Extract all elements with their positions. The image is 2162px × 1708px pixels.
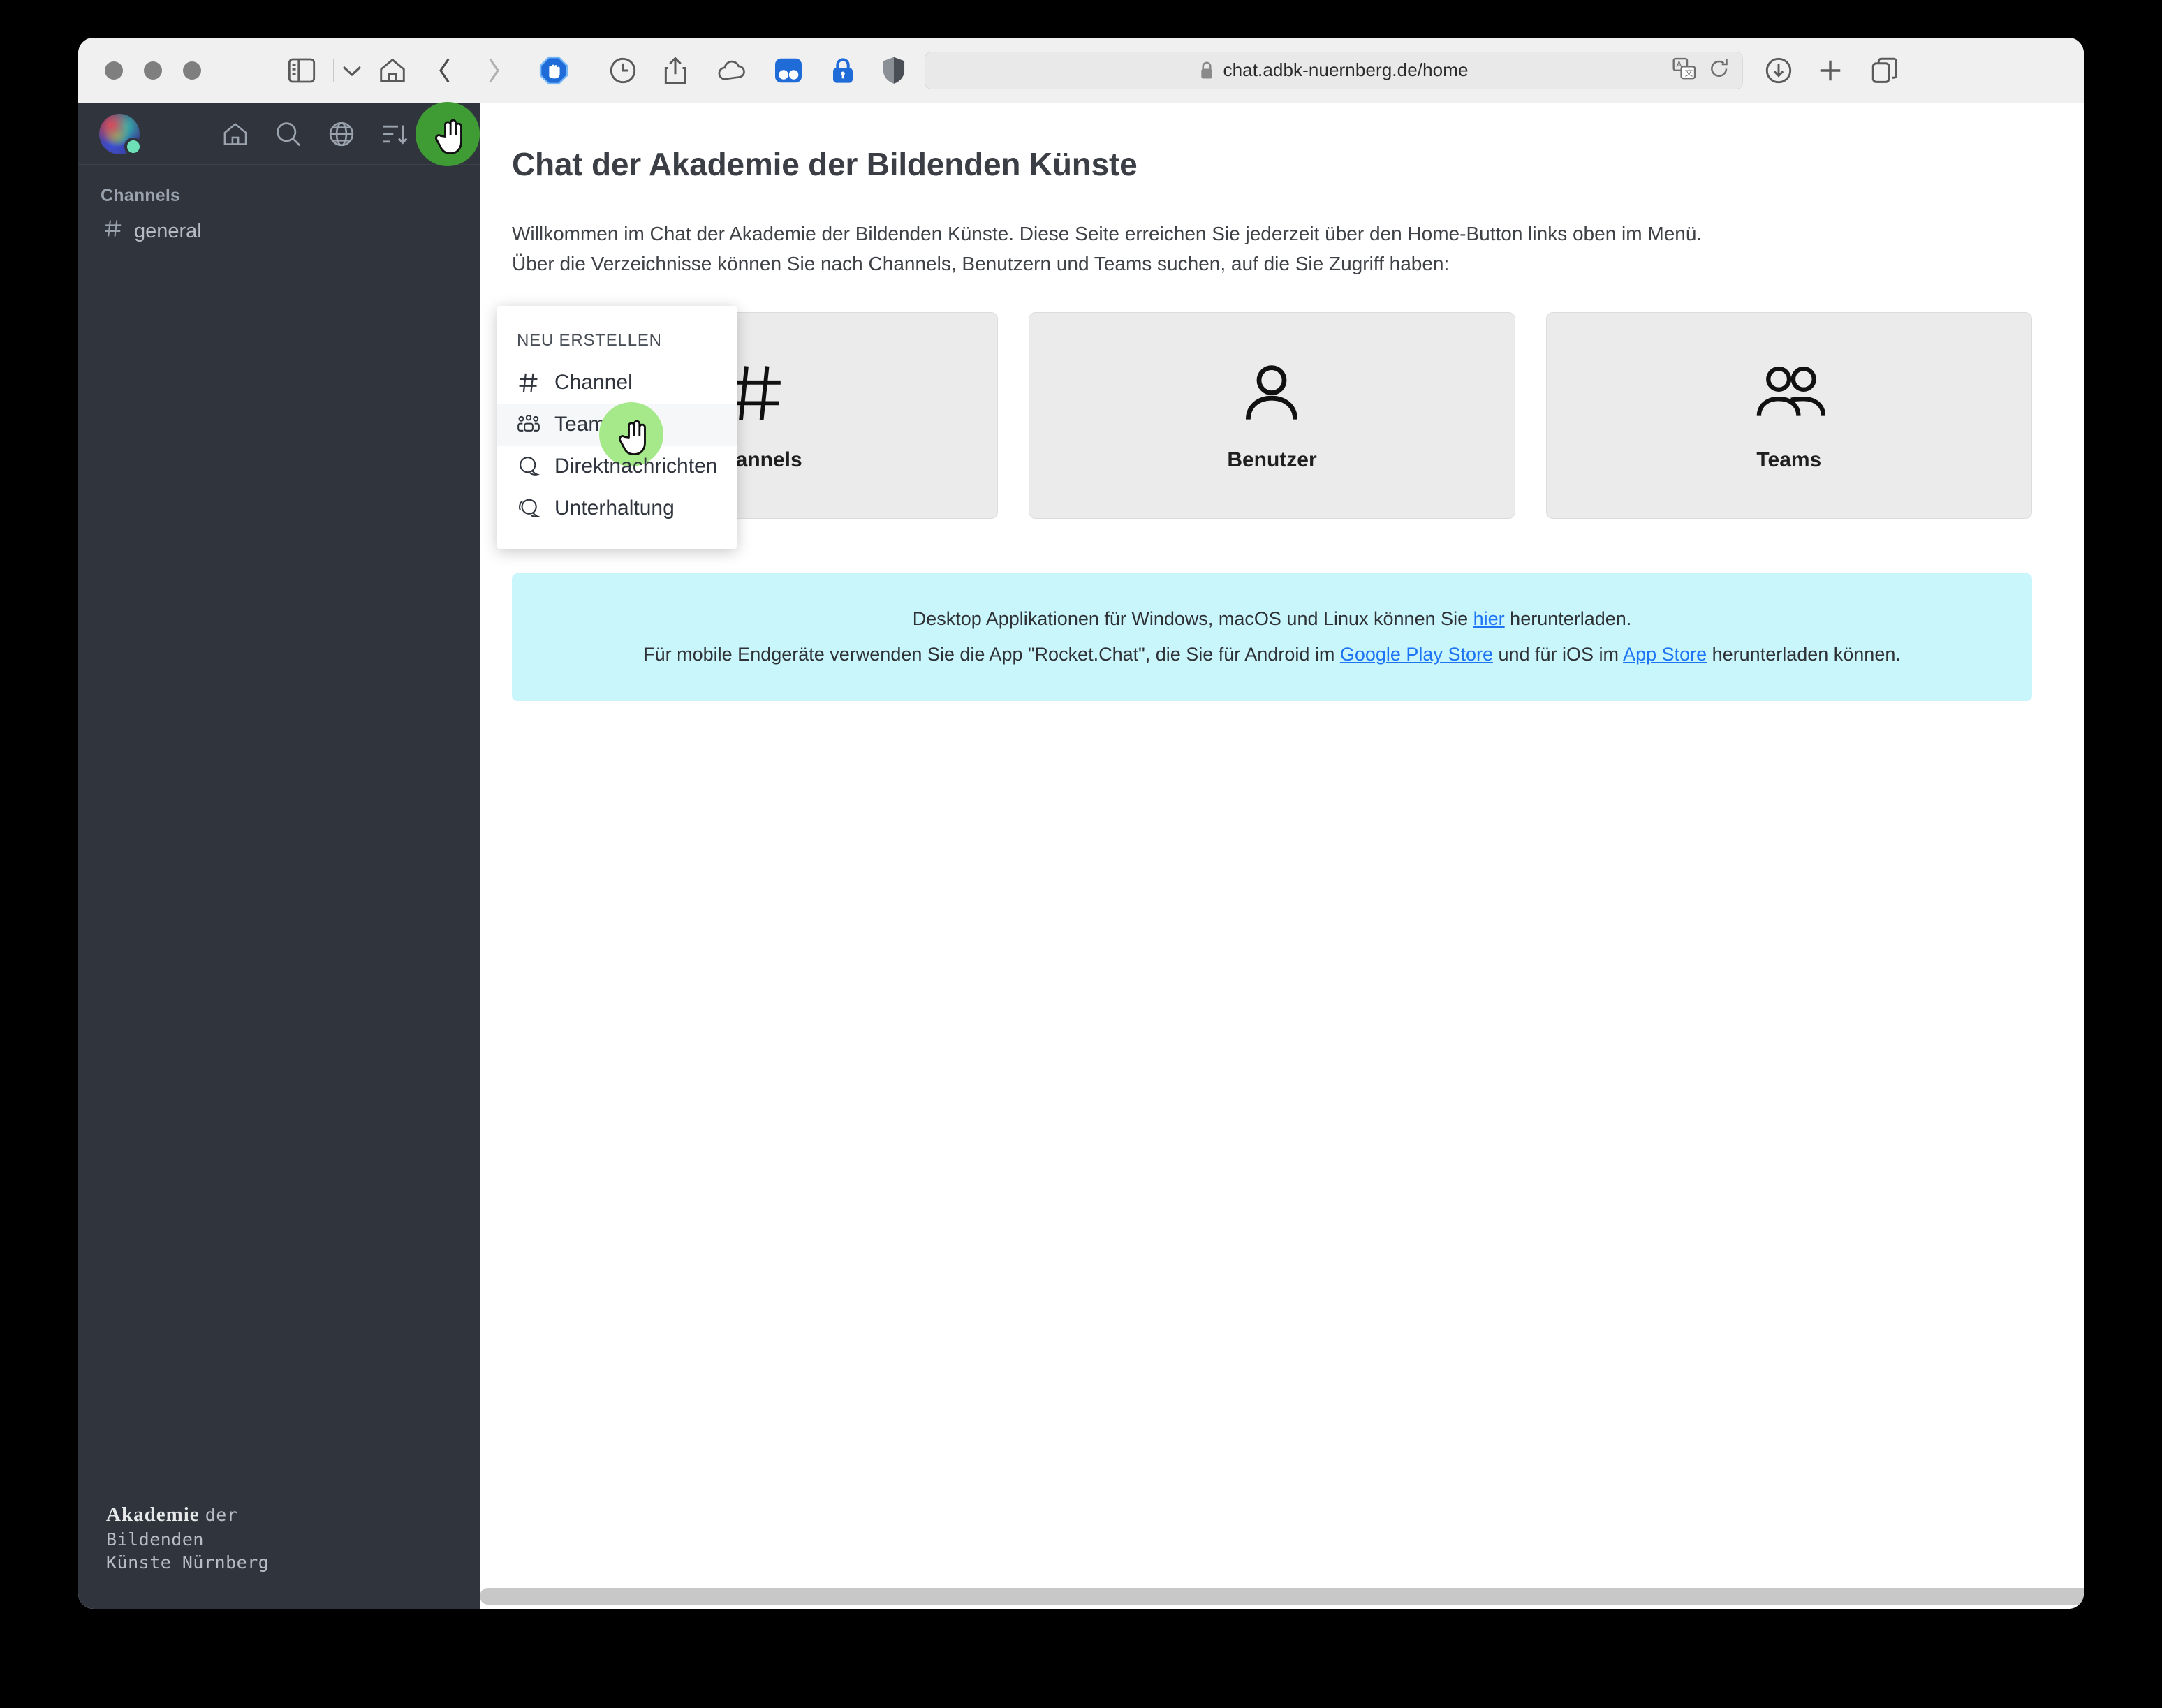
lock-icon [1201, 61, 1213, 79]
extension-dots-icon[interactable] [774, 57, 803, 84]
create-new-menu[interactable]: NEU ERSTELLEN Channel Team Direktnachric… [497, 306, 737, 549]
new-tab-icon[interactable] [1817, 57, 1844, 84]
page-title: Chat der Akademie der Bildenden Künste [512, 146, 1138, 182]
scrollbar-thumb[interactable] [480, 1588, 2084, 1605]
sidebar-section-label: Channels [101, 186, 181, 205]
browser-toolbar: chat.adbk-nuernberg.de/home A 文 [78, 38, 2084, 103]
banner-line1-pre: Desktop Applikationen für Windows, macOS… [912, 608, 1473, 630]
shield-icon[interactable] [881, 56, 906, 85]
cloud-icon[interactable] [717, 59, 748, 82]
close-window-button[interactable] [105, 61, 123, 80]
rocketchat-sidebar: Channels general Akademie der Bildenden … [78, 101, 480, 1609]
horizontal-scrollbar[interactable] [78, 1588, 2084, 1609]
page-body: Channels general Akademie der Bildenden … [78, 101, 2084, 1609]
banner-line-1: Desktop Applikationen für Windows, macOS… [533, 601, 2011, 637]
logo-akademie-word: Akademie [106, 1503, 200, 1526]
menu-item-label: Channel [554, 371, 633, 394]
menu-item-label: Unterhaltung [554, 496, 675, 520]
logo-line-3: Künste Nürnberg [106, 1552, 270, 1573]
directory-card-label: Benutzer [1227, 448, 1317, 471]
sidebar-header [78, 101, 480, 166]
sidebar-item-general[interactable]: general [78, 212, 480, 251]
directory-card-benutzer[interactable]: Benutzer [1029, 312, 1515, 520]
hash-icon [103, 219, 123, 244]
directory-cards: Channels Benutzer Teams [512, 312, 2032, 520]
share-icon[interactable] [663, 56, 688, 85]
download-info-banner: Desktop Applikationen für Windows, macOS… [512, 573, 2032, 701]
address-bar-actions[interactable]: A 文 [1672, 57, 1730, 83]
history-clock-icon[interactable] [609, 57, 637, 84]
create-new-icon[interactable] [416, 101, 480, 166]
menu-item-unterhaltung[interactable]: Unterhaltung [497, 487, 737, 529]
menu-item-direktnachrichten[interactable]: Direktnachrichten [497, 446, 737, 487]
menu-item-label: Team [554, 413, 606, 436]
menu-item-channel[interactable]: Channel [497, 362, 737, 404]
banner-line2-post: herunterladen können. [1707, 644, 1901, 665]
toolbar-divider [333, 58, 334, 82]
team-icon [517, 413, 540, 436]
svg-text:A: A [1677, 59, 1682, 68]
logo-line-1: Akademie der [106, 1501, 480, 1528]
sort-icon[interactable] [381, 120, 409, 148]
zoom-window-button[interactable] [183, 61, 201, 80]
banner-line1-post: herunterladen. [1504, 608, 1632, 630]
google-play-store-link[interactable]: Google Play Store [1340, 644, 1493, 665]
home-icon[interactable] [378, 57, 406, 84]
window-traffic-lights[interactable] [105, 61, 201, 80]
user-avatar[interactable] [99, 113, 142, 156]
search-icon[interactable] [274, 120, 302, 148]
app-store-link[interactable]: App Store [1623, 644, 1707, 665]
sidebar-header-actions[interactable] [221, 101, 480, 166]
translate-icon[interactable]: A 文 [1672, 57, 1696, 83]
intro-line-2: Über die Verzeichnisse können Sie nach C… [512, 252, 1450, 274]
balloon-icon [517, 455, 540, 478]
user-icon [1238, 360, 1305, 430]
url-text: chat.adbk-nuernberg.de/home [1223, 59, 1469, 80]
adblock-icon[interactable] [539, 56, 568, 85]
back-button[interactable] [436, 57, 454, 84]
minimize-window-button[interactable] [144, 61, 162, 80]
reload-icon[interactable] [1709, 57, 1730, 83]
create-menu-title: NEU ERSTELLEN [517, 331, 662, 350]
banner-line2-mid: und für iOS im [1492, 644, 1624, 665]
menu-item-label: Direktnachrichten [554, 455, 718, 478]
directory-globe-icon[interactable] [328, 120, 355, 148]
menu-item-team[interactable]: Team [497, 402, 737, 466]
hash-icon [517, 371, 540, 395]
browser-window: chat.adbk-nuernberg.de/home A 文 Channels… [78, 38, 2084, 1609]
intro-text: Willkommen im Chat der Akademie der Bild… [512, 219, 2032, 279]
sidebar-toggle-icon[interactable] [288, 58, 316, 83]
logo-der-word: der [205, 1504, 238, 1525]
logo-line-2: Bildenden [106, 1529, 204, 1549]
banner-line2-pre: Für mobile Endgeräte verwenden Sie die A… [643, 644, 1340, 665]
download-here-link[interactable]: hier [1473, 608, 1505, 629]
intro-line-1: Willkommen im Chat der Akademie der Bild… [512, 223, 1703, 244]
svg-text:文: 文 [1685, 68, 1693, 78]
users-group-icon [1753, 360, 1825, 430]
address-bar[interactable]: chat.adbk-nuernberg.de/home A 文 [925, 51, 1743, 89]
password-lock-icon[interactable] [830, 57, 856, 84]
directory-card-teams[interactable]: Teams [1545, 312, 2032, 520]
tab-overview-icon[interactable] [1871, 57, 1898, 84]
banner-line-2: Für mobile Endgeräte verwenden Sie die A… [533, 637, 2011, 672]
sidebar-item-label: general [134, 219, 202, 242]
scrollbar-track[interactable] [480, 1588, 2084, 1609]
avatar-status-dot [124, 137, 142, 156]
directory-card-label: Teams [1756, 448, 1822, 471]
forward-button[interactable] [485, 57, 503, 84]
downloads-icon[interactable] [1765, 57, 1793, 84]
home-icon[interactable] [221, 120, 249, 148]
discussion-icon [517, 496, 540, 520]
chevron-down-icon[interactable] [342, 64, 362, 78]
